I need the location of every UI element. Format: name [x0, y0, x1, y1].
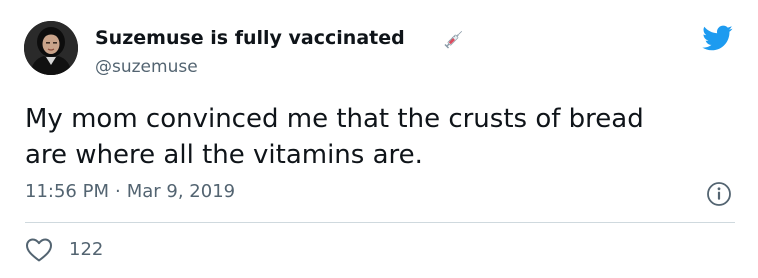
info-icon[interactable] [706, 181, 732, 207]
avatar[interactable] [24, 21, 78, 75]
profile-photo [24, 21, 78, 75]
syringe-icon [444, 30, 463, 49]
tweet-text-line-1: My mom convinced me that the crusts of b… [25, 104, 644, 134]
divider [25, 222, 735, 223]
timestamp[interactable]: 11:56 PM · Mar 9, 2019 [25, 181, 235, 203]
tweet-text-line-2: are where all the vitamins are. [25, 140, 423, 170]
like-count: 122 [69, 239, 104, 260]
tweet-text: My mom convinced me that the crusts of b… [25, 101, 725, 173]
tweet-date: Mar 9, 2019 [126, 181, 236, 202]
twitter-bird-icon[interactable] [699, 22, 735, 54]
tweet-card: Suzemuse is fully vaccinated @suzemuse M… [0, 0, 758, 278]
heart-icon [26, 238, 52, 262]
display-name[interactable]: Suzemuse is fully vaccinated [95, 27, 405, 49]
user-handle[interactable]: @suzemuse [95, 57, 198, 77]
tweet-time: 11:56 PM [25, 181, 109, 202]
timestamp-separator: · [114, 181, 121, 202]
like-button[interactable]: 122 [25, 236, 103, 264]
